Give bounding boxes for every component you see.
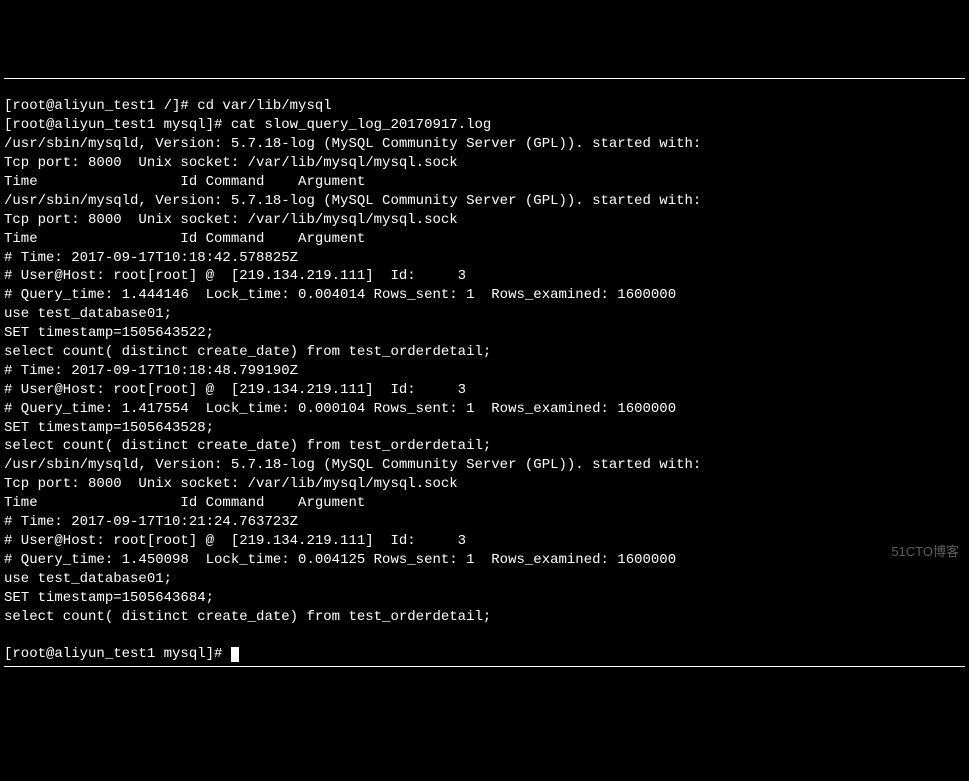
terminal-line: [root@aliyun_test1 mysql]# cat slow_quer… (4, 116, 965, 135)
terminal-line: select count( distinct create_date) from… (4, 608, 965, 627)
prompt-text: [root@aliyun_test1 mysql]# (4, 646, 231, 662)
terminal-line: # User@Host: root[root] @ [219.134.219.1… (4, 381, 965, 400)
terminal-line: # Query_time: 1.417554 Lock_time: 0.0001… (4, 400, 965, 419)
terminal-line: Time Id Command Argument (4, 494, 965, 513)
terminal-line: [root@aliyun_test1 /]# cd var/lib/mysql (4, 97, 965, 116)
terminal-line: SET timestamp=1505643522; (4, 324, 965, 343)
terminal-line: use test_database01; (4, 305, 965, 324)
terminal-line: select count( distinct create_date) from… (4, 437, 965, 456)
terminal-line: /usr/sbin/mysqld, Version: 5.7.18-log (M… (4, 192, 965, 211)
terminal-line: use test_database01; (4, 570, 965, 589)
terminal-line: select count( distinct create_date) from… (4, 343, 965, 362)
terminal-line: # Time: 2017-09-17T10:21:24.763723Z (4, 513, 965, 532)
terminal-line: # Query_time: 1.450098 Lock_time: 0.0041… (4, 551, 965, 570)
terminal-line: SET timestamp=1505643528; (4, 419, 965, 438)
terminal-bottom-border (4, 666, 965, 667)
terminal-line: SET timestamp=1505643684; (4, 589, 965, 608)
terminal-top-border (4, 78, 965, 79)
terminal-line: Tcp port: 8000 Unix socket: /var/lib/mys… (4, 154, 965, 173)
terminal-output[interactable]: [root@aliyun_test1 /]# cd var/lib/mysql[… (4, 97, 965, 626)
cursor-icon (231, 647, 239, 662)
terminal-line: Tcp port: 8000 Unix socket: /var/lib/mys… (4, 475, 965, 494)
terminal-line: # Time: 2017-09-17T10:18:42.578825Z (4, 249, 965, 268)
watermark-label: 51CTO博客 (891, 543, 959, 561)
terminal-line: /usr/sbin/mysqld, Version: 5.7.18-log (M… (4, 456, 965, 475)
terminal-line: # Query_time: 1.444146 Lock_time: 0.0040… (4, 286, 965, 305)
terminal-line: # User@Host: root[root] @ [219.134.219.1… (4, 267, 965, 286)
terminal-line: Time Id Command Argument (4, 173, 965, 192)
terminal-prompt[interactable]: [root@aliyun_test1 mysql]# (4, 646, 239, 662)
terminal-line: Time Id Command Argument (4, 230, 965, 249)
terminal-line: /usr/sbin/mysqld, Version: 5.7.18-log (M… (4, 135, 965, 154)
terminal-line: Tcp port: 8000 Unix socket: /var/lib/mys… (4, 211, 965, 230)
terminal-line: # Time: 2017-09-17T10:18:48.799190Z (4, 362, 965, 381)
terminal-line: # User@Host: root[root] @ [219.134.219.1… (4, 532, 965, 551)
